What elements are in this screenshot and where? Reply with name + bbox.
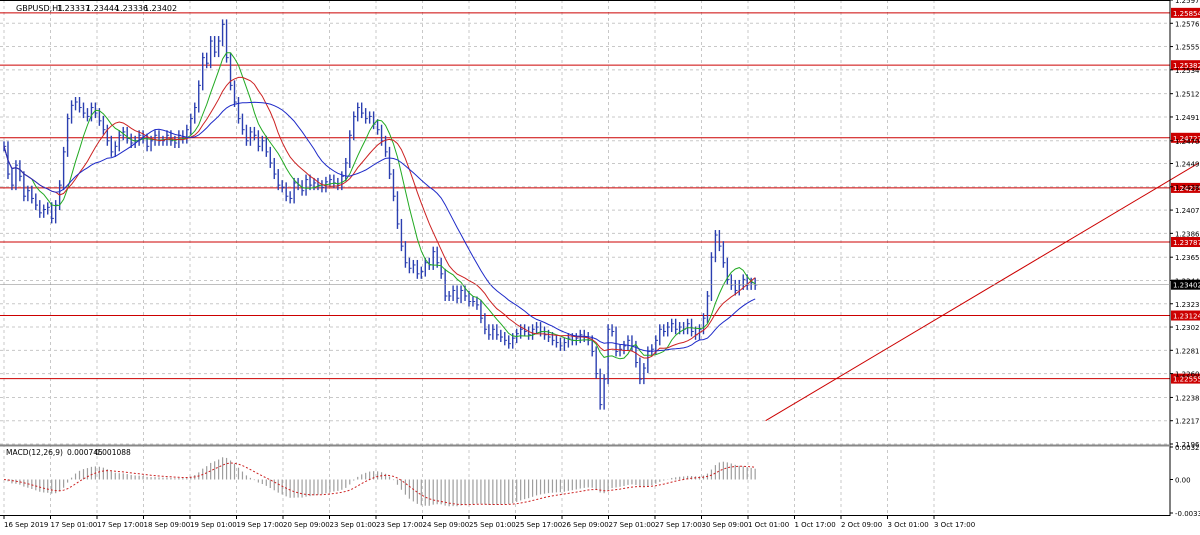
- price-tick-label: 1.23230: [1175, 301, 1200, 309]
- time-tick-label: 25 Sep 17:00: [516, 521, 563, 529]
- price-tick-label: 1.22810: [1175, 347, 1200, 355]
- last-price-label: 1.23402: [1173, 282, 1200, 290]
- time-tick-label: 18 Sep 09:00: [144, 521, 191, 529]
- price-tick-label: 1.25125: [1175, 91, 1200, 99]
- time-tick-label: 1 Oct 17:00: [795, 521, 836, 529]
- time-tick-label: 3 Oct 01:00: [888, 521, 929, 529]
- price-tick-label: 1.24285: [1175, 184, 1200, 192]
- price-tick-label: 1.25760: [1175, 20, 1200, 28]
- price-tick-label: 1.24075: [1175, 207, 1200, 215]
- price-tick-label: 1.23650: [1175, 254, 1200, 262]
- macd-value2: 0.001088: [95, 448, 131, 457]
- macd-tick-label: -0.003322: [1175, 510, 1200, 518]
- time-tick-label: 3 Oct 17:00: [934, 521, 975, 529]
- macd-plot-bg: [0, 447, 1170, 513]
- price-tick-label: 1.22600: [1175, 371, 1200, 379]
- time-tick-label: 1 Oct 01:00: [748, 521, 789, 529]
- macd-label: MACD(12,26,9): [6, 448, 63, 457]
- time-tick-label: 19 Sep 17:00: [237, 521, 284, 529]
- time-tick-label: 17 Sep 17:00: [97, 521, 144, 529]
- price-tick-label: 1.22175: [1175, 418, 1200, 426]
- price-tick-label: 1.23865: [1175, 230, 1200, 238]
- level-price-label: 1.25854: [1173, 10, 1200, 18]
- macd-tick-label: 0.00: [1175, 476, 1191, 484]
- price-tick-label: 1.25970: [1175, 0, 1200, 5]
- time-tick-label: 23 Sep 17:00: [376, 521, 423, 529]
- price-tick-label: 1.22385: [1175, 394, 1200, 402]
- time-tick-label: 24 Sep 09:00: [423, 521, 470, 529]
- main-plot-bg: [0, 0, 1170, 444]
- time-tick-label: 30 Sep 09:00: [702, 521, 749, 529]
- chart-svg: 1.258541.253821.247271.242751.237871.231…: [0, 0, 1200, 529]
- time-tick-label: 23 Sep 01:00: [330, 521, 377, 529]
- time-tick-label: 27 Sep 17:00: [655, 521, 702, 529]
- level-price-label: 1.23124: [1173, 313, 1200, 321]
- price-tick-label: 1.24915: [1175, 114, 1200, 122]
- price-tick-label: 1.23020: [1175, 324, 1200, 332]
- chart-root: 1.25854 1.25382 1.24727 1.24275 1.23787 1.231…: [0, 0, 1200, 531]
- time-tick-label: 17 Sep 01:00: [51, 521, 98, 529]
- time-tick-label: 27 Sep 01:00: [609, 521, 656, 529]
- price-tick-label: 1.24495: [1175, 161, 1200, 169]
- price-tick-label: 1.25340: [1175, 67, 1200, 75]
- macd-tick-label: 0.003222: [1175, 444, 1200, 452]
- price-tick-label: 1.24700: [1175, 138, 1200, 146]
- time-tick-label: 25 Sep 01:00: [469, 521, 516, 529]
- level-price-label: 1.23787: [1173, 239, 1200, 247]
- time-tick-label: 16 Sep 2019: [4, 521, 48, 529]
- time-tick-label: 2 Oct 09:00: [841, 521, 882, 529]
- time-tick-label: 20 Sep 09:00: [283, 521, 330, 529]
- time-tick-label: 19 Sep 01:00: [190, 521, 237, 529]
- ohlc-close: 1.23402: [144, 4, 177, 13]
- price-tick-label: 1.25550: [1175, 44, 1200, 52]
- time-tick-label: 26 Sep 09:00: [562, 521, 609, 529]
